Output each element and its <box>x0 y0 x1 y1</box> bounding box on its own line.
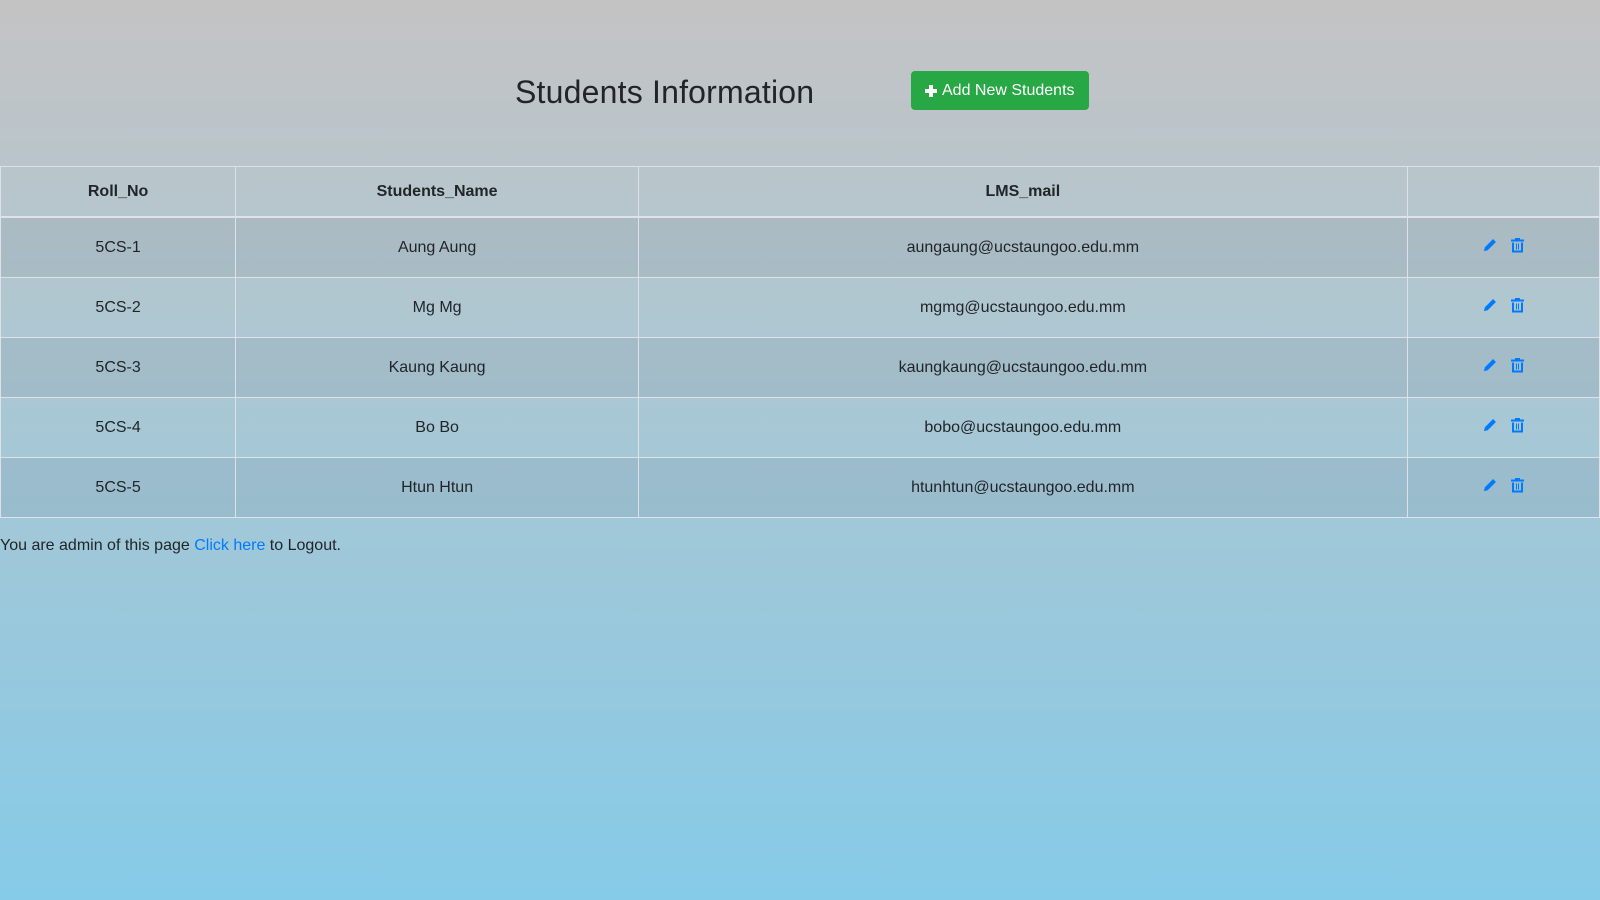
page-title: Students Information <box>515 74 815 110</box>
roll-no-cell: 5CS-4 <box>0 397 237 458</box>
pencil-icon[interactable] <box>1483 238 1497 252</box>
add-new-students-button[interactable]: Add New Students <box>911 71 1089 110</box>
trash-icon[interactable] <box>1510 357 1524 373</box>
table-row: 5CS-4 Bo Bo bobo@ucstaungoo.edu.mm <box>0 397 1600 458</box>
table-row: 5CS-5 Htun Htun htunhtun@ucstaungoo.edu.mm <box>0 457 1600 518</box>
lms-mail-cell: htunhtun@ucstaungoo.edu.mm <box>637 457 1408 518</box>
page-header: Students Information Add New Students <box>0 70 1600 114</box>
roll-no-cell: 5CS-1 <box>0 216 237 278</box>
table-header-row: Roll_No Students_Name LMS_mail <box>0 166 1600 218</box>
plus-icon <box>925 84 937 97</box>
student-name-cell: Kaung Kaung <box>235 337 639 398</box>
pencil-icon[interactable] <box>1483 418 1497 432</box>
row-actions <box>1483 237 1524 253</box>
actions-cell <box>1406 277 1600 338</box>
row-actions <box>1483 417 1524 433</box>
student-name-cell: Aung Aung <box>235 216 639 278</box>
actions-cell <box>1406 216 1600 278</box>
logout-notice: You are admin of this page Click here to… <box>0 535 341 557</box>
lms-mail-cell: mgmg@ucstaungoo.edu.mm <box>637 277 1408 338</box>
student-name-cell: Mg Mg <box>235 277 639 338</box>
actions-cell <box>1406 457 1600 518</box>
trash-icon[interactable] <box>1510 417 1524 433</box>
lms-mail-cell: aungaung@ucstaungoo.edu.mm <box>637 216 1408 278</box>
add-new-students-label: Add New Students <box>942 81 1075 99</box>
students-table: Roll_No Students_Name LMS_mail 5CS-1 Aung… <box>0 166 1600 518</box>
table-row: 5CS-1 Aung Aung aungaung@ucstaungoo.edu.mm <box>0 216 1600 278</box>
actions-cell <box>1406 337 1600 398</box>
actions-cell <box>1406 397 1600 458</box>
student-name-cell: Bo Bo <box>235 397 639 458</box>
pencil-icon[interactable] <box>1483 358 1497 372</box>
row-actions <box>1483 477 1524 493</box>
column-header-actions <box>1406 166 1600 218</box>
roll-no-cell: 5CS-2 <box>0 277 237 338</box>
column-header-roll-no: Roll_No <box>0 166 237 218</box>
column-header-lms-mail: LMS_mail <box>637 166 1408 218</box>
student-name-cell: Htun Htun <box>235 457 639 518</box>
logout-notice-prefix: You are admin of this page <box>0 537 195 554</box>
roll-no-cell: 5CS-5 <box>0 457 237 518</box>
table-row: 5CS-3 Kaung Kaung kaungkaung@ucstaungoo.ed… <box>0 337 1600 398</box>
row-actions <box>1483 357 1524 373</box>
column-header-students-name: Students_Name <box>235 166 639 218</box>
roll-no-cell: 5CS-3 <box>0 337 237 398</box>
logout-notice-suffix: to Logout. <box>265 537 341 554</box>
pencil-icon[interactable] <box>1483 478 1497 492</box>
trash-icon[interactable] <box>1510 237 1524 253</box>
trash-icon[interactable] <box>1510 297 1524 313</box>
lms-mail-cell: bobo@ucstaungoo.edu.mm <box>637 397 1408 458</box>
logout-link[interactable]: Click here <box>194 537 265 554</box>
row-actions <box>1483 297 1524 313</box>
lms-mail-cell: kaungkaung@ucstaungoo.edu.mm <box>637 337 1408 398</box>
table-row: 5CS-2 Mg Mg mgmg@ucstaungoo.edu.mm <box>0 277 1600 338</box>
pencil-icon[interactable] <box>1483 298 1497 312</box>
trash-icon[interactable] <box>1510 477 1524 493</box>
